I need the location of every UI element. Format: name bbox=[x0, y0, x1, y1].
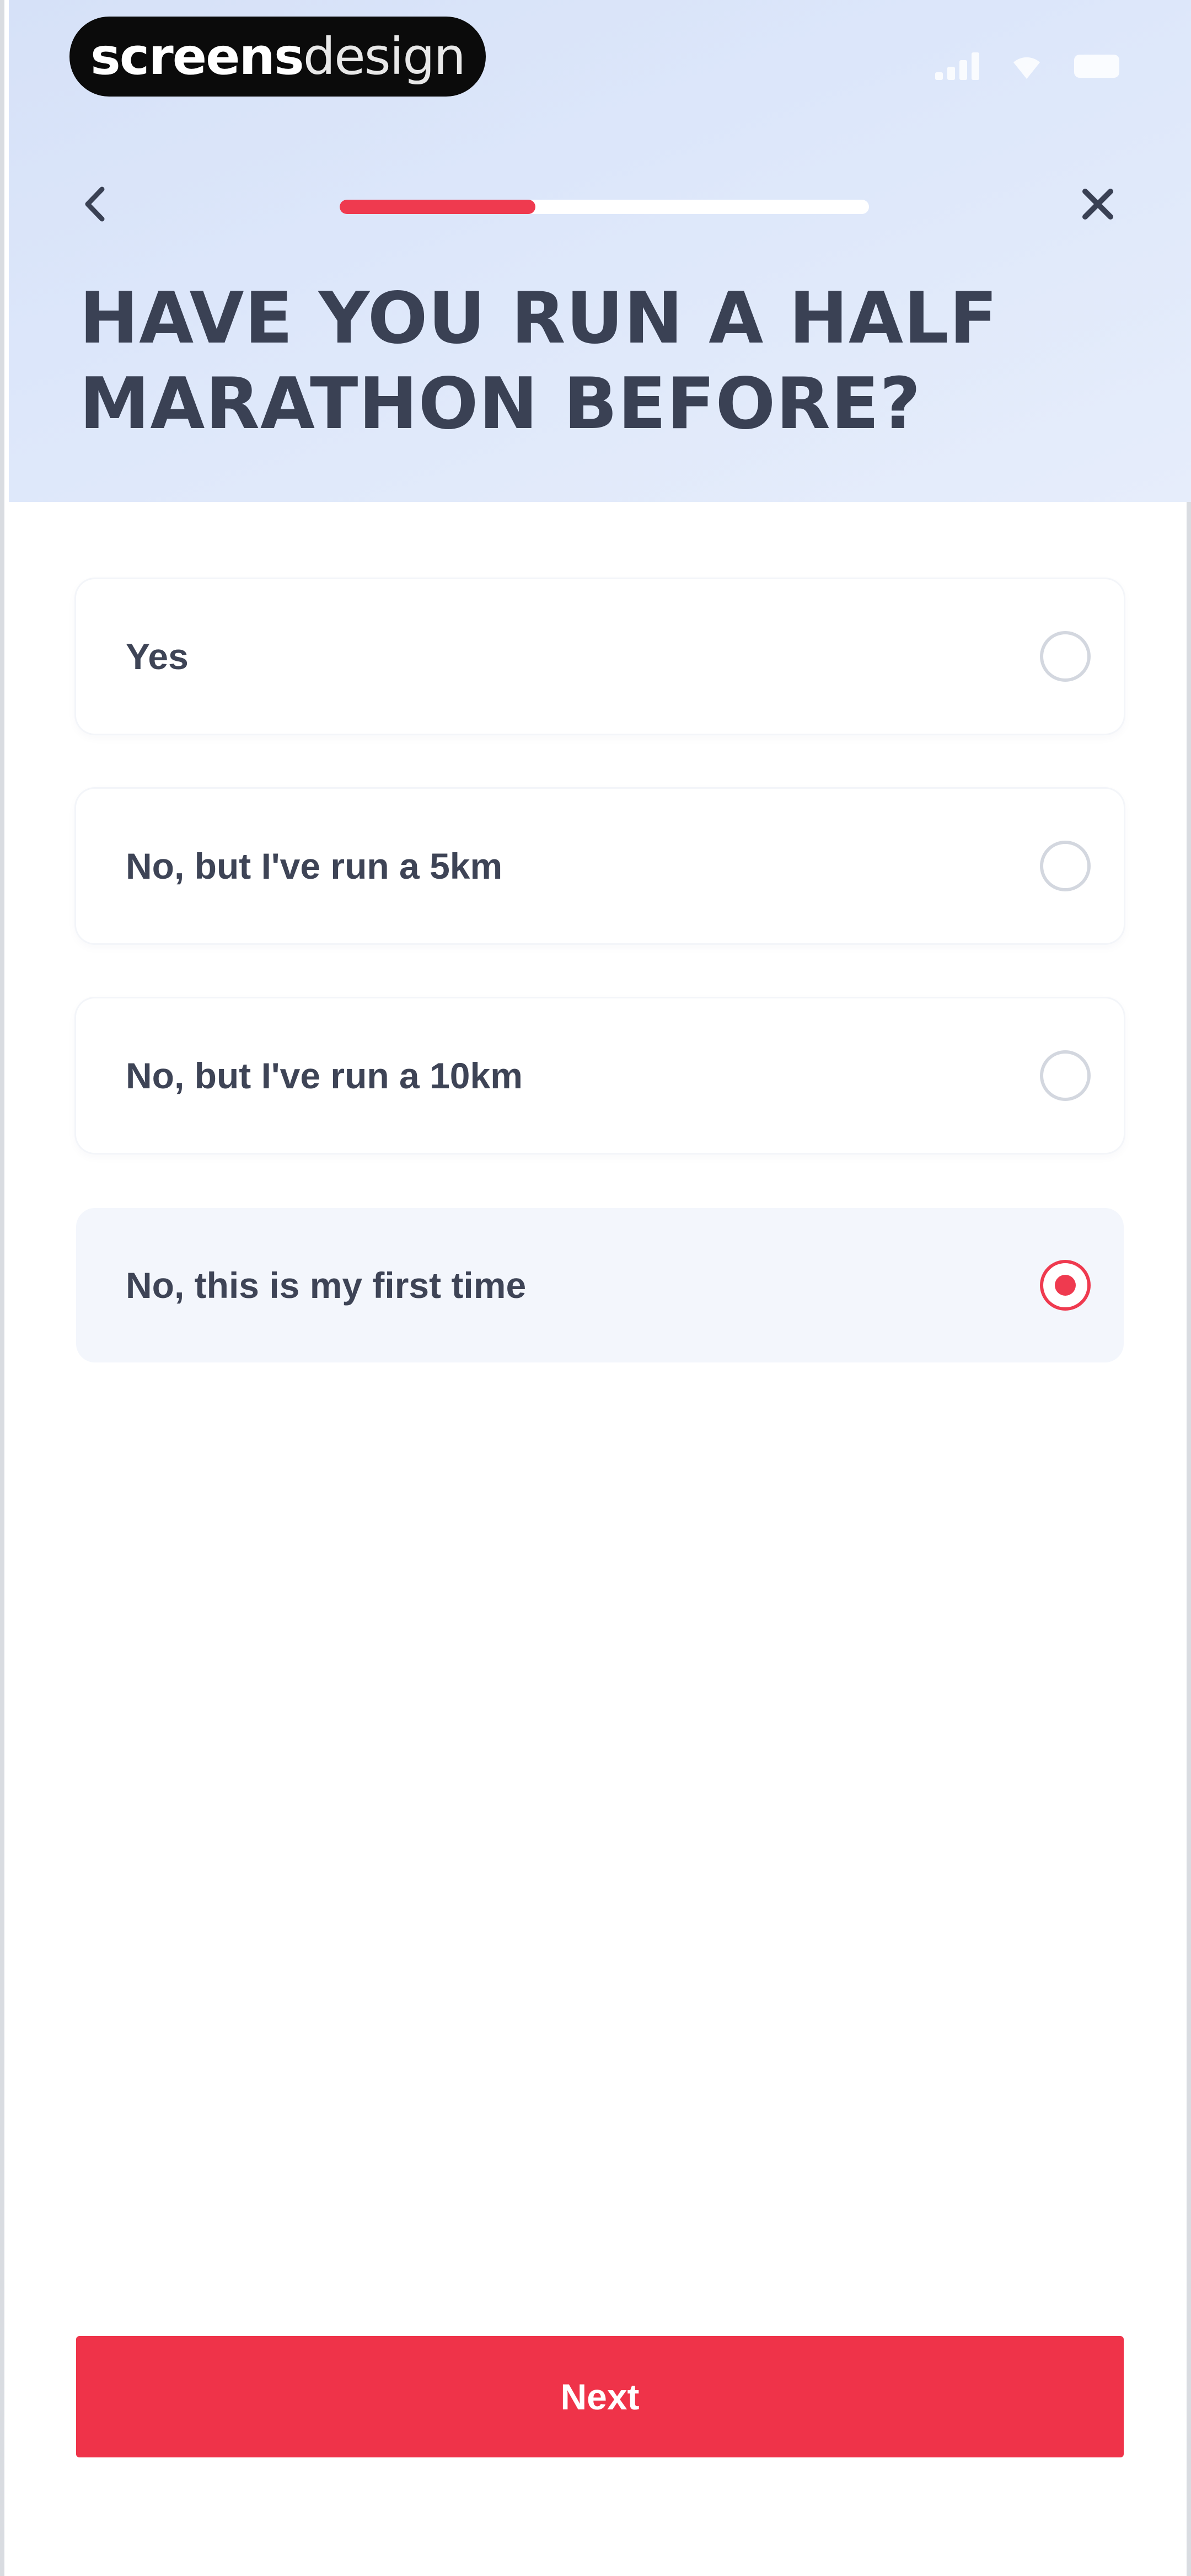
option-label: No, but I've run a 5km bbox=[126, 846, 503, 886]
option-label: No, but I've run a 10km bbox=[126, 1055, 523, 1096]
radio-button[interactable] bbox=[1040, 631, 1091, 682]
battery-icon bbox=[1074, 55, 1119, 78]
question-title: HAVE YOU RUN A HALF MARATHON BEFORE? bbox=[79, 277, 998, 445]
option-5km[interactable]: No, but I've run a 5km bbox=[76, 789, 1124, 943]
app-screen: screensdesign HAVE YOU RUN A HALF MARATH… bbox=[0, 0, 1191, 2576]
radio-button[interactable] bbox=[1040, 841, 1091, 891]
answer-options: Yes No, but I've run a 5km No, but I've … bbox=[76, 579, 1124, 1418]
wifi-icon bbox=[1013, 57, 1040, 79]
brand-name-light: design bbox=[303, 27, 466, 86]
brand-name-bold: screens bbox=[90, 27, 304, 86]
option-label: Yes bbox=[126, 636, 189, 677]
option-first-time[interactable]: No, this is my first time bbox=[76, 1208, 1124, 1362]
header-panel: screensdesign HAVE YOU RUN A HALF MARATH… bbox=[9, 0, 1191, 502]
option-label: No, this is my first time bbox=[126, 1265, 527, 1306]
close-icon bbox=[1082, 189, 1113, 220]
brand-wordmark: screensdesign bbox=[90, 27, 466, 86]
radio-button-selected[interactable] bbox=[1040, 1260, 1091, 1311]
chevron-left-icon bbox=[85, 186, 105, 222]
radio-button[interactable] bbox=[1040, 1050, 1091, 1101]
option-10km[interactable]: No, but I've run a 10km bbox=[76, 998, 1124, 1153]
signal-icon bbox=[935, 52, 979, 80]
option-yes[interactable]: Yes bbox=[76, 579, 1124, 734]
progress-bar bbox=[340, 200, 869, 214]
brand-logo: screensdesign bbox=[69, 17, 486, 97]
status-bar bbox=[935, 52, 1119, 80]
back-button[interactable] bbox=[69, 179, 119, 229]
next-button[interactable]: Next bbox=[76, 2336, 1124, 2457]
close-button[interactable] bbox=[1073, 179, 1123, 229]
radio-dot bbox=[1055, 1275, 1076, 1296]
progress-fill bbox=[340, 200, 536, 214]
